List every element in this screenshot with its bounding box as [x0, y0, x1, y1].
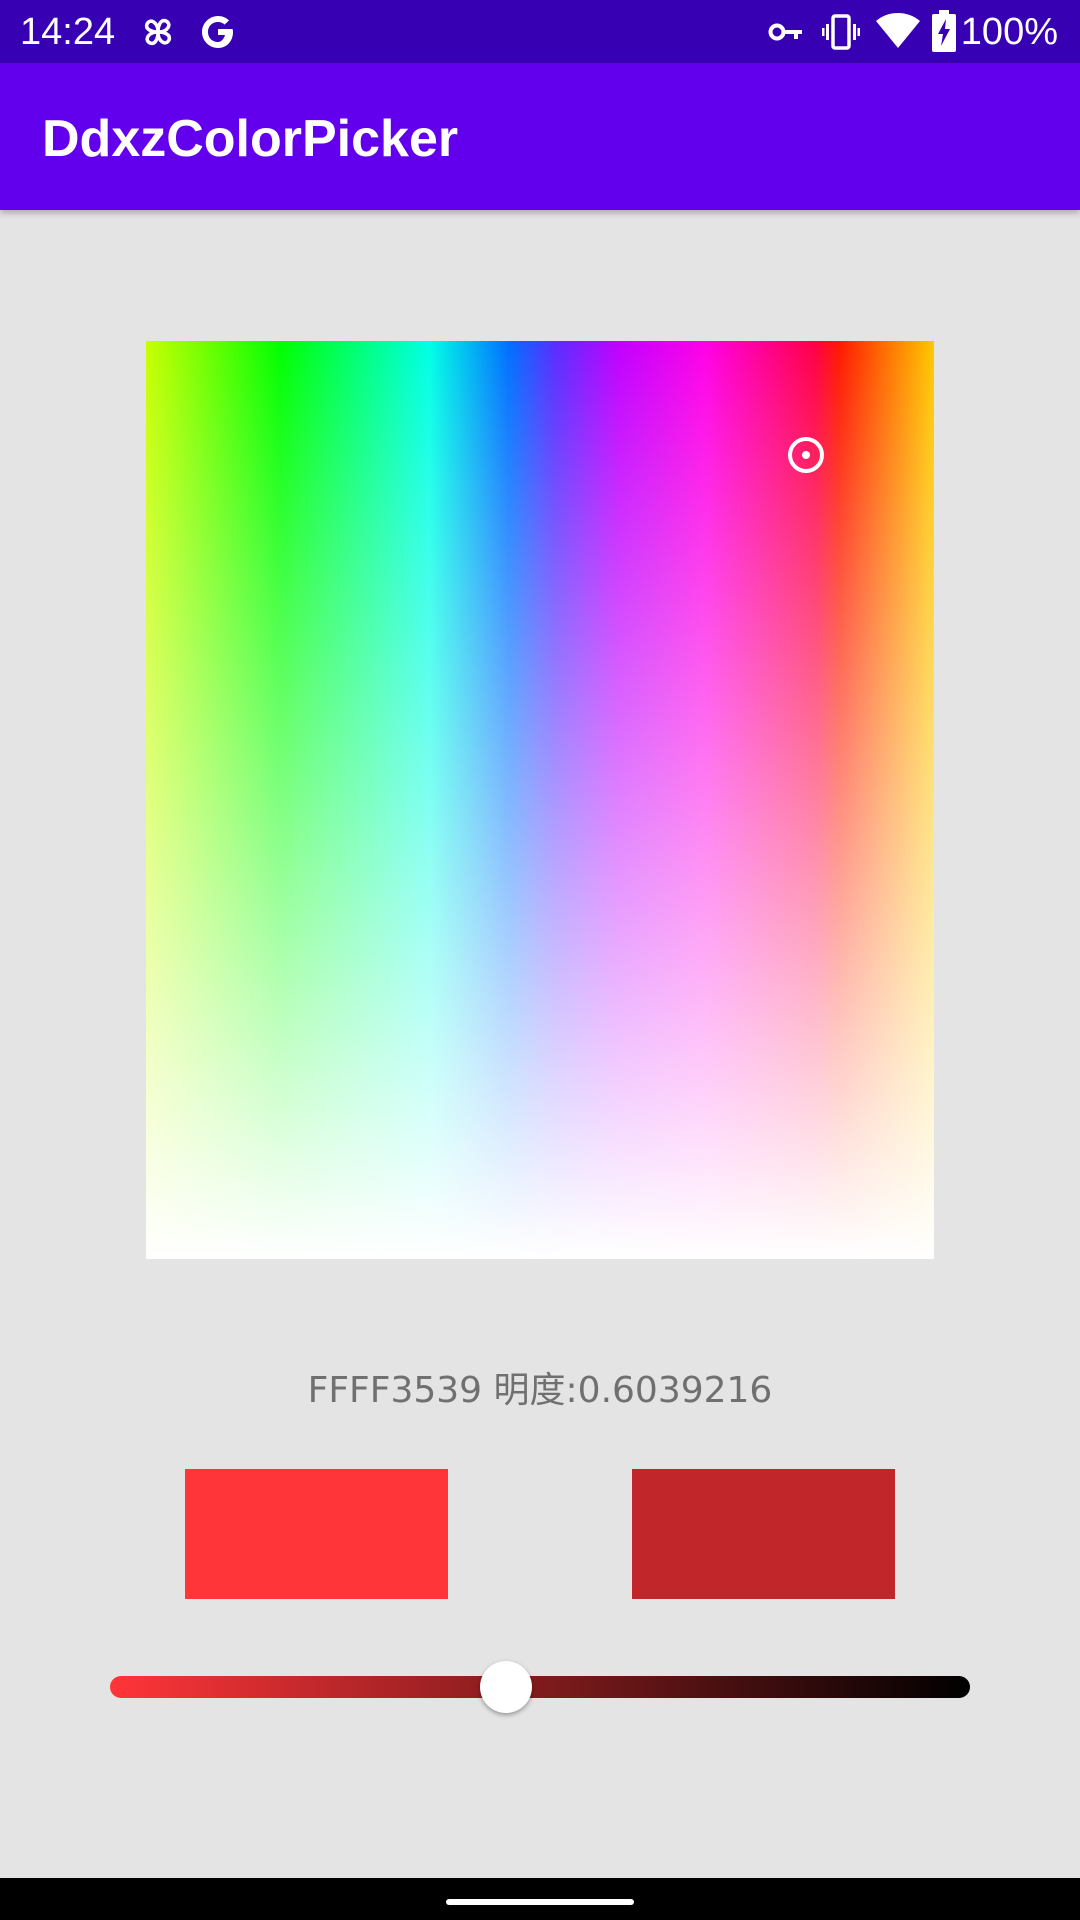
navigation-bar — [0, 1878, 1080, 1920]
app-title: DdxzColorPicker — [42, 110, 459, 168]
picker-cursor-dot — [802, 451, 810, 459]
adjusted-color-swatch — [632, 1469, 895, 1599]
wifi-icon — [876, 12, 920, 55]
color-spectrum-picker[interactable] — [146, 341, 934, 1259]
status-bar: 14:24 100% — [0, 0, 1080, 63]
google-g-icon — [198, 12, 238, 57]
brightness-slider-thumb[interactable] — [479, 1661, 532, 1713]
home-gesture-handle[interactable] — [446, 1899, 634, 1905]
battery-percentage: 100% — [960, 11, 1058, 53]
original-color-swatch — [185, 1469, 448, 1599]
app-bar: DdxzColorPicker — [0, 63, 1080, 210]
vibrate-icon — [822, 12, 860, 57]
vpn-key-icon — [768, 16, 804, 53]
status-time: 14:24 — [20, 11, 116, 53]
brightness-slider-track[interactable] — [110, 1676, 970, 1698]
picker-cursor[interactable] — [788, 437, 824, 473]
pinwheel-icon — [138, 12, 178, 57]
battery-charging-icon — [932, 10, 956, 57]
color-info-label: FFFF3539 明度:0.6039216 — [307, 1370, 773, 1411]
